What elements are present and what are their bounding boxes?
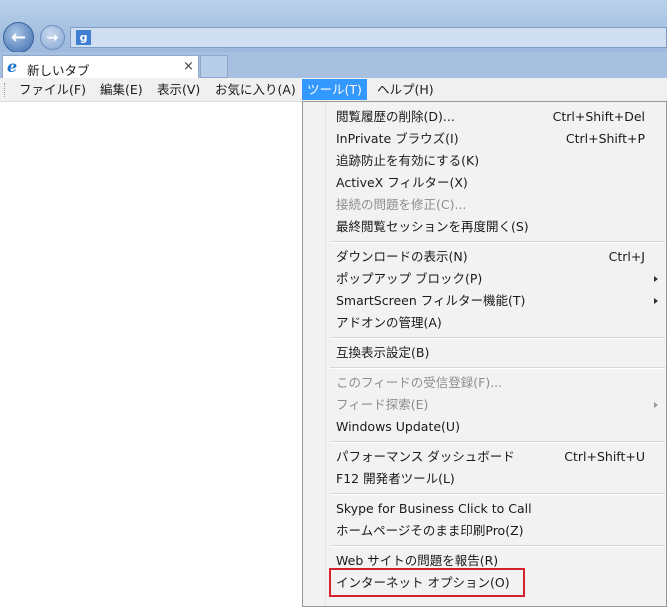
- menu-favorites[interactable]: お気に入り(A): [210, 79, 301, 100]
- menu-item-label: このフィードの受信登録(F)...: [336, 375, 503, 390]
- menu-item-label: InPrivate ブラウズ(I): [336, 131, 459, 146]
- tools-menu-item[interactable]: Windows Update(U): [303, 416, 666, 438]
- menu-view[interactable]: 表示(V): [152, 79, 205, 100]
- browser-titlebar: ← → g: [0, 0, 667, 53]
- menu-separator: [330, 241, 665, 243]
- tab-title: 新しいタブ: [27, 63, 90, 78]
- tools-menu-item[interactable]: ポップアップ ブロック(P): [303, 268, 666, 290]
- menu-item-label: F12 開発者ツール(L): [336, 471, 455, 486]
- tools-menu-item: このフィードの受信登録(F)...: [303, 372, 666, 394]
- tools-menu-item[interactable]: InPrivate ブラウズ(I) Ctrl+Shift+P: [303, 128, 666, 150]
- internet-options-highlight: [329, 568, 525, 597]
- menu-item-label: 接続の問題を修正(C)...: [336, 197, 467, 212]
- menu-item-label: SmartScreen フィルター機能(T): [336, 293, 526, 308]
- ie-icon: e: [7, 57, 18, 76]
- new-tab-button[interactable]: [200, 55, 228, 78]
- tools-menu-item[interactable]: ActiveX フィルター(X): [303, 172, 666, 194]
- tab-new-tab[interactable]: e 新しいタブ ×: [2, 55, 199, 78]
- toolbar-grip-icon: [4, 83, 8, 97]
- tools-menu-item[interactable]: 閲覧履歴の削除(D)... Ctrl+Shift+Del: [303, 106, 666, 128]
- submenu-arrow-icon: [654, 402, 658, 408]
- menu-item-shortcut: Ctrl+Shift+P: [565, 131, 645, 146]
- tab-close-icon[interactable]: ×: [183, 59, 194, 74]
- tools-menu-item[interactable]: 追跡防止を有効にする(K): [303, 150, 666, 172]
- address-bar[interactable]: g: [70, 27, 667, 48]
- menu-separator: [330, 337, 665, 339]
- menu-item-label: ホームページそのまま印刷Pro(Z): [336, 523, 524, 538]
- menu-item-shortcut: Ctrl+Shift+U: [564, 449, 645, 464]
- tools-dropdown-menu: 閲覧履歴の削除(D)... Ctrl+Shift+Del InPrivate ブラウ…: [302, 101, 667, 607]
- tools-menu-item[interactable]: F12 開発者ツール(L): [303, 468, 666, 490]
- google-favicon-icon: g: [76, 30, 91, 45]
- menu-item-label: アドオンの管理(A): [336, 315, 442, 330]
- submenu-arrow-icon: [654, 298, 658, 304]
- tools-menu-item: フィード探索(E): [303, 394, 666, 416]
- tools-menu-item[interactable]: 互換表示設定(B): [303, 342, 666, 364]
- tools-menu-item[interactable]: アドオンの管理(A): [303, 312, 666, 334]
- menu-item-label: Skype for Business Click to Call: [336, 501, 532, 516]
- forward-arrow-icon[interactable]: →: [40, 25, 65, 50]
- back-arrow-icon[interactable]: ←: [3, 22, 34, 53]
- menu-item-label: 追跡防止を有効にする(K): [336, 153, 480, 168]
- menu-item-shortcut: Ctrl+J: [608, 249, 645, 264]
- menu-item-label: パフォーマンス ダッシュボード: [336, 449, 515, 464]
- menu-tools[interactable]: ツール(T): [302, 79, 367, 100]
- menu-help[interactable]: ヘルプ(H): [372, 79, 439, 100]
- menu-separator: [330, 441, 665, 443]
- menu-item-label: 閲覧履歴の削除(D)...: [336, 109, 455, 124]
- tools-menu-item[interactable]: 最終閲覧セッションを再度開く(S): [303, 216, 666, 238]
- menu-item-label: 最終閲覧セッションを再度開く(S): [336, 219, 529, 234]
- submenu-arrow-icon: [654, 276, 658, 282]
- tools-menu-item[interactable]: ホームページそのまま印刷Pro(Z): [303, 520, 666, 542]
- tab-row: e 新しいタブ ×: [0, 52, 667, 78]
- menu-separator: [330, 367, 665, 369]
- tools-menu-item: 接続の問題を修正(C)...: [303, 194, 666, 216]
- tools-menu-item[interactable]: Skype for Business Click to Call: [303, 498, 666, 520]
- menu-separator: [330, 493, 665, 495]
- tools-menu-item[interactable]: ダウンロードの表示(N) Ctrl+J: [303, 246, 666, 268]
- menu-edit[interactable]: 編集(E): [95, 79, 148, 100]
- menu-item-label: Windows Update(U): [336, 419, 460, 434]
- menu-separator: [330, 545, 665, 547]
- tools-menu-item[interactable]: パフォーマンス ダッシュボード Ctrl+Shift+U: [303, 446, 666, 468]
- menu-item-label: ActiveX フィルター(X): [336, 175, 468, 190]
- menu-file[interactable]: ファイル(F): [14, 79, 91, 100]
- menu-item-shortcut: Ctrl+Shift+Del: [552, 109, 645, 124]
- menu-item-label: ダウンロードの表示(N): [336, 249, 468, 264]
- menu-item-label: ポップアップ ブロック(P): [336, 271, 483, 286]
- menu-bar: ファイル(F) 編集(E) 表示(V) お気に入り(A) ツール(T) ヘルプ(…: [0, 78, 667, 102]
- menu-item-label: 互換表示設定(B): [336, 345, 430, 360]
- menu-item-label: フィード探索(E): [336, 397, 429, 412]
- tools-menu-item[interactable]: SmartScreen フィルター機能(T): [303, 290, 666, 312]
